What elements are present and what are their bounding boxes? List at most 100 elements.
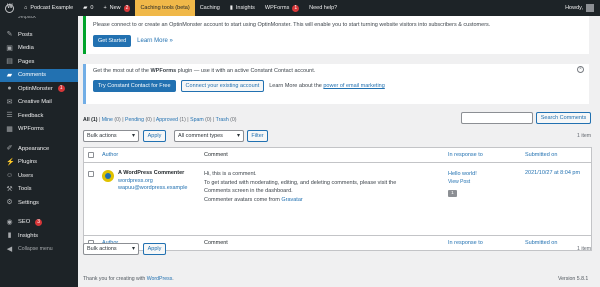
sidebar-item-creative-mail[interactable]: ✉ Creative Mail [0,96,78,110]
sidebar-item-settings[interactable]: ⚙ Settings [0,196,78,210]
author-email-link[interactable]: wapuu@wordpress.example [118,185,187,193]
optinmonster-notice: Please connect to or create an OptinMons… [83,16,589,54]
pin-icon: ✎ [6,31,13,39]
filter-trash[interactable]: Trash (0) [216,117,237,123]
get-started-button[interactable]: Get Started [93,35,132,47]
comment-line: To get started with moderating, editing,… [204,179,397,186]
user-menu[interactable]: Howdy, [565,4,600,12]
sidebar-item-feedback[interactable]: ☰ Feedback [0,109,78,123]
filter-button[interactable]: Filter [247,130,268,142]
wordpress-logo-menu[interactable] [0,0,19,16]
thanks-text: Thank you for creating with [83,276,147,282]
collapse-menu[interactable]: ◀ Collapse menu [0,243,78,257]
comment-line: Hi, this is a comment. [204,171,257,177]
users-icon: ☺ [6,172,14,180]
dismiss-icon[interactable]: × [577,66,584,73]
caching-tools-menu[interactable]: Caching tools (beta) [135,0,195,16]
home-icon: ⌂ [24,5,28,11]
sidebar-item-media[interactable]: ▣ Media [0,42,78,56]
sidebar-item-label: Users [18,172,34,179]
insights-icon: ▮ [7,232,12,240]
select-all-checkbox[interactable] [88,152,94,158]
new-badge: 2 [123,4,131,12]
filter-spam[interactable]: Spam (0) [190,117,211,123]
site-name: Podcast Example [30,5,74,11]
sidebar-item-label: Posts [18,31,33,38]
row-checkbox[interactable] [88,171,94,177]
try-constant-contact-button[interactable]: Try Constant Contact for Free [93,80,176,92]
filter-mine[interactable]: Mine (0) [102,117,121,123]
item-count: 1 item [577,133,592,139]
author-column-header[interactable]: Author [102,152,204,158]
learn-more-text: Learn More about the power of email mark… [269,83,385,89]
filter-label: Spam [190,117,204,123]
response-column-footer[interactable]: In response to [448,240,525,246]
comment-count-bubble[interactable]: 1 [448,190,457,197]
help-menu[interactable]: Need help? [304,0,342,16]
sidebar-item-pages[interactable]: ▤ Pages [0,55,78,69]
connect-account-button[interactable]: Connect your existing account [180,80,265,92]
sidebar-item-optinmonster[interactable]: ● OptinMonster 1 [0,82,78,96]
howdy-label: Howdy, [565,5,583,11]
learn-more-link[interactable]: Learn More » [137,38,173,44]
filter-pending[interactable]: Pending (0) [125,117,152,123]
sidebar-item-plugins[interactable]: ⚡ Plugins [0,156,78,170]
filter-count: (0) [230,117,237,123]
sidebar-item-appearance[interactable]: ✐ Appearance [0,142,78,156]
submitted-column-header[interactable]: Submitted on [525,152,591,158]
avatar [102,170,114,182]
comment-type-select[interactable]: All comment types [174,130,244,142]
insights-menu[interactable]: ▮ Insights [225,0,260,16]
sidebar-item-tools[interactable]: ⚒ Tools [0,183,78,197]
sidebar-item-label: Appearance [18,145,50,152]
table-row: A WordPress Commenter wordpress.org wapu… [84,163,591,235]
separator: | [122,117,124,123]
apply-button-bottom[interactable]: Apply [143,243,166,255]
comments-menu[interactable]: ▰ 0 [78,0,98,16]
wordpress-link[interactable]: WordPress [147,276,173,282]
footer-thanks: Thank you for creating with WordPress. [83,276,174,282]
email-marketing-link[interactable]: power of email marketing [323,83,384,89]
wpforms-icon: ▦ [6,125,13,133]
response-column-header[interactable]: In response to [448,152,525,158]
author-url-link[interactable]: wordpress.org [118,178,187,186]
caching-tools-label: Caching tools (beta) [140,5,190,11]
filter-all[interactable]: All (1) [83,117,97,123]
search-input[interactable] [461,112,533,124]
filter-approved[interactable]: Approved (1) [156,117,186,123]
separator: | [98,117,101,123]
bulk-actions-select-bottom[interactable]: Bulk actions [83,243,139,255]
help-label: Need help? [309,5,338,11]
post-title-link[interactable]: Hello world! [448,170,525,178]
admin-sidebar: Jetpack ✎ Posts ▣ Media ▤ Pages ▰ Comments ●… [0,0,78,287]
comment-column-header: Comment [204,152,228,158]
collapse-icon: ◀ [6,245,13,253]
caching-menu[interactable]: Caching [195,0,225,16]
bulk-actions-select[interactable]: Bulk actions [83,130,139,142]
brush-icon: ✐ [6,145,13,153]
submitted-date-link[interactable]: 2021/10/27 at 8:04 pm [525,170,591,235]
sidebar-item-label: Creative Mail [18,99,52,106]
wpforms-menu[interactable]: WPForms 1 [260,0,304,16]
view-post-link[interactable]: View Post [448,178,525,186]
sidebar-item-posts[interactable]: ✎ Posts [0,28,78,42]
seo-icon: ◉ [6,218,13,226]
sidebar-item-comments[interactable]: ▰ Comments [0,68,78,82]
sidebar-item-label: WPForms [18,126,44,133]
media-icon: ▣ [6,44,13,52]
comment-cell: Hi, this is a comment. To get started wi… [204,170,448,235]
gravatar-link[interactable]: Gravatar [281,197,302,203]
site-name-menu[interactable]: ⌂ Podcast Example [19,0,78,16]
apply-button[interactable]: Apply [143,130,166,142]
author-cell: A WordPress Commenter wordpress.org wapu… [102,170,204,235]
filter-count: (0) [114,117,121,123]
new-content-menu[interactable]: + New 2 [98,0,135,16]
response-cell: Hello world! View Post 1 [448,170,525,235]
sidebar-item-seo[interactable]: ◉ SEO 3 [0,216,78,230]
sidebar-item-users[interactable]: ☺ Users [0,169,78,183]
search-comments-button[interactable]: Search Comments [536,112,591,124]
sidebar-item-label: Media [18,45,34,52]
sidebar-item-insights[interactable]: ▮ Insights [0,229,78,243]
sidebar-item-wpforms[interactable]: ▦ WPForms [0,123,78,137]
comment-column-footer: Comment [204,240,228,246]
